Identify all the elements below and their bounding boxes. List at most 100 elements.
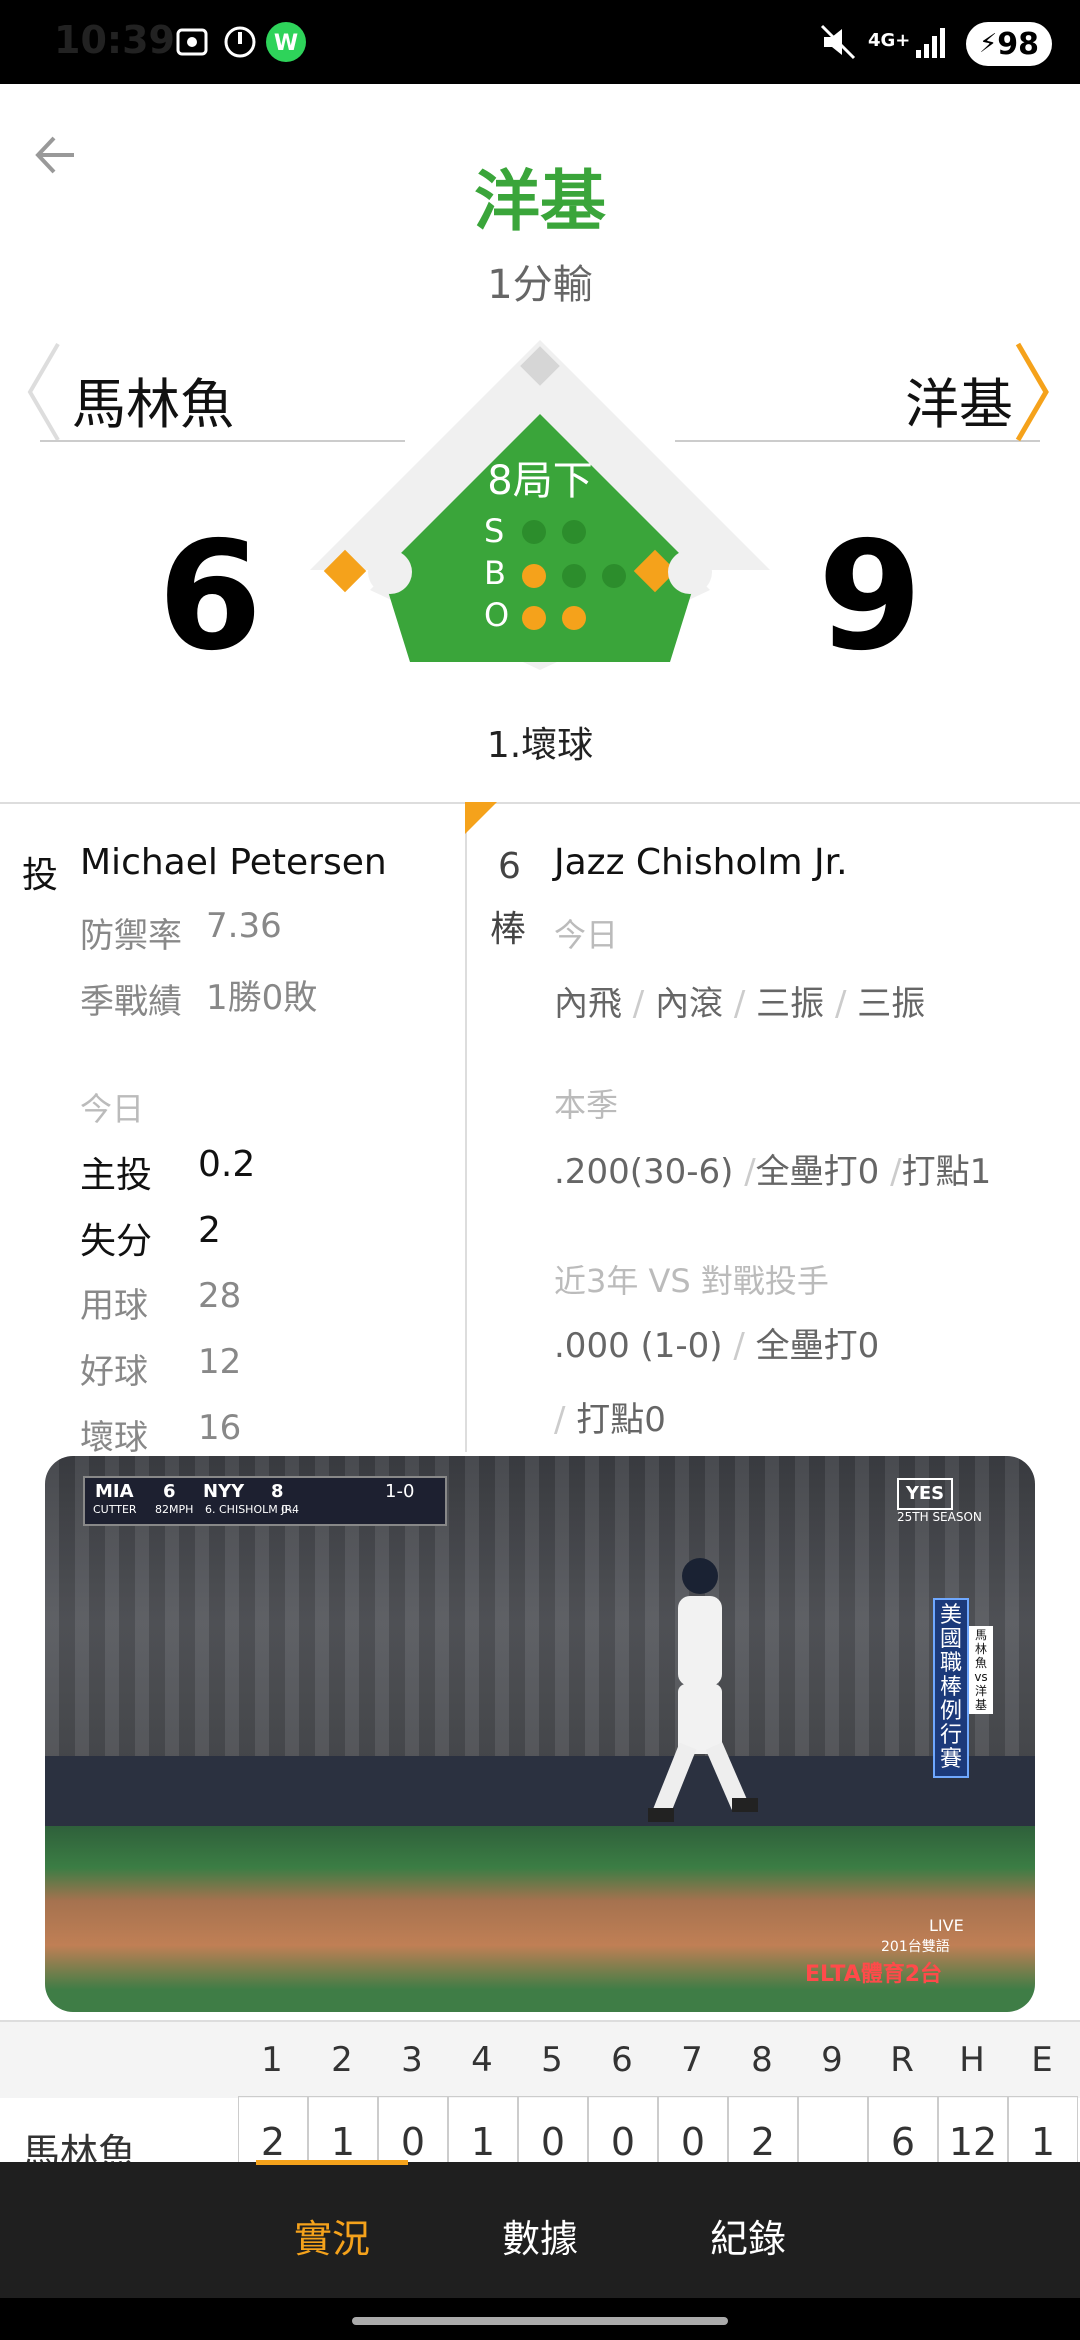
line-score-col-header: 4	[471, 2040, 493, 2080]
player-figure	[648, 1558, 758, 1822]
line-score-col-header: 5	[541, 2040, 563, 2080]
active-tab-indicator	[256, 2160, 408, 2165]
line-score-col-header: H	[959, 2040, 985, 2080]
pitcher-today-label: 今日	[80, 1090, 145, 1128]
line-score-col-header: 9	[821, 2040, 843, 2080]
season-hr: 全壘打0	[755, 1152, 880, 1192]
line-score-cell: 1	[448, 2096, 518, 2168]
count-dot	[602, 564, 626, 588]
active-marker	[465, 802, 497, 834]
era-value: 7.36	[206, 906, 282, 946]
out-label: O	[484, 596, 510, 634]
season-stats: .200(30-6) /全壘打0 /打點1	[554, 1152, 992, 1192]
pitcher-stat-label: 用球	[80, 1286, 148, 1326]
today-result: 三振	[756, 984, 825, 1024]
result-subtitle: 1分輸	[487, 262, 593, 308]
season-rbi: 打點1	[901, 1152, 992, 1192]
batter-order: 6	[498, 846, 521, 887]
home-score: 9	[817, 510, 923, 684]
alarm-icon	[224, 26, 256, 58]
vs-hr: 全壘打0	[755, 1326, 880, 1366]
scorebug-batter-stat: 0-4	[281, 1503, 299, 1516]
batter-today-results: 內飛 / 內滾 / 三振 / 三振	[554, 984, 926, 1024]
webtoon-icon: W	[266, 22, 306, 62]
pitcher-stat-label: 好球	[80, 1352, 148, 1392]
video-dugout	[45, 1756, 1035, 1826]
away-score: 6	[157, 510, 263, 684]
video-scorebug: MIA 6 NYY 8 1-0 CUTTER 82MPH 6. CHISHOLM…	[83, 1476, 447, 1526]
network-type: 4G+	[868, 30, 911, 51]
scorebug-home-score: 8	[271, 1481, 284, 1502]
batter-today-label: 今日	[554, 916, 619, 954]
season-text: 25TH SEASON	[897, 1510, 982, 1524]
home-team-name[interactable]: 洋基	[905, 360, 1013, 439]
strike-label: S	[484, 512, 505, 550]
line-score-cell: 0	[378, 2096, 448, 2168]
line-score-cell: 12	[938, 2096, 1008, 2168]
video-player[interactable]: MIA 6 NYY 8 1-0 CUTTER 82MPH 6. CHISHOLM…	[45, 1456, 1035, 2012]
line-score-col-header: 1	[261, 2040, 283, 2080]
pitcher-name[interactable]: Michael Petersen	[80, 842, 387, 883]
era-label: 防禦率	[80, 916, 182, 956]
channel-text: 201台雙語	[881, 1939, 950, 1955]
count-dot	[562, 564, 586, 588]
scorebug-away: MIA	[95, 1481, 134, 1502]
pitcher-stat-label: 失分	[80, 1221, 153, 1262]
line-score-cell: 0	[518, 2096, 588, 2168]
away-team-name[interactable]: 馬林魚	[72, 360, 234, 439]
scorebug-speed: 82MPH	[155, 1503, 194, 1516]
next-team-chevron-icon[interactable]	[1012, 340, 1052, 444]
pitcher-stat-label: 主投	[80, 1155, 153, 1196]
side-banner: 美國職棒例行賽	[933, 1598, 969, 1778]
status-time: 10:39	[54, 18, 175, 62]
line-score-col-header: R	[890, 2040, 914, 2080]
count-dot	[522, 520, 546, 544]
line-score-col-header: 8	[751, 2040, 773, 2080]
count-dot	[562, 606, 586, 630]
season-label: 本季	[554, 1086, 619, 1124]
divider	[0, 802, 1080, 804]
home-handle[interactable]	[352, 2317, 728, 2325]
scorebug-count: 1-0	[385, 1481, 415, 1502]
vs-stats: .000 (1-0) / 全壘打0	[554, 1326, 880, 1366]
live-text: LIVE	[929, 1916, 964, 1935]
signal-icon	[916, 28, 945, 58]
line-score-cell: 0	[658, 2096, 728, 2168]
record-value: 1勝0敗	[206, 978, 318, 1018]
battery-level: 98	[997, 26, 1039, 62]
svg-text:W: W	[274, 31, 298, 56]
tab-live[interactable]: 實況	[252, 2208, 412, 2263]
page-title: 洋基	[474, 163, 606, 240]
battery-bolt-icon: ⚡	[978, 29, 998, 59]
line-score-cell: 2	[238, 2096, 308, 2168]
today-result: 內滾	[655, 984, 724, 1024]
line-score-col-header: 3	[401, 2040, 423, 2080]
count-dot	[562, 520, 586, 544]
pitcher-stat-value: 2	[198, 1210, 221, 1251]
scorebug-home: NYY	[203, 1481, 245, 1502]
record-label: 季戰績	[80, 982, 182, 1022]
tab-stats[interactable]: 數據	[460, 2208, 620, 2263]
inning-label: 8局下	[487, 458, 593, 504]
pitcher-stat-value: 16	[198, 1408, 242, 1448]
count-dot	[522, 564, 546, 588]
pitcher-stat-label: 壞球	[80, 1418, 148, 1458]
line-score-cell: 0	[588, 2096, 658, 2168]
line-score-col-header: 6	[611, 2040, 633, 2080]
today-result: 三振	[857, 984, 926, 1024]
line-score-cell	[798, 2096, 868, 2168]
mute-icon	[820, 24, 856, 60]
side-matchup: 馬林魚 vs 洋基	[969, 1626, 993, 1714]
season-avg: .200(30-6)	[554, 1152, 734, 1192]
divider-vertical	[465, 802, 467, 1452]
count-dot	[522, 606, 546, 630]
tab-record[interactable]: 紀錄	[668, 2208, 828, 2263]
vs-rbi: 打點0	[576, 1400, 666, 1440]
vs-rbi-row: / 打點0	[554, 1400, 666, 1440]
pitcher-stat-value: 0.2	[198, 1144, 256, 1185]
line-score-col-header: E	[1031, 2040, 1053, 2080]
prev-team-chevron-icon[interactable]	[24, 340, 64, 444]
batter-name[interactable]: Jazz Chisholm Jr.	[554, 842, 848, 883]
today-result: 內飛	[554, 984, 622, 1024]
pitcher-stat-value: 28	[198, 1276, 242, 1316]
